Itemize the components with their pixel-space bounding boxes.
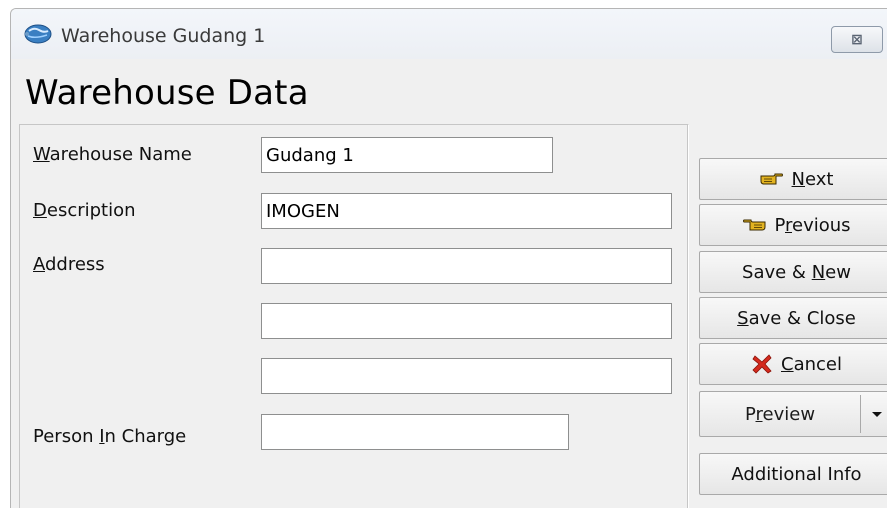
save-and-close-button[interactable]: Save & Close [699, 297, 887, 339]
close-button[interactable]: ⊠ [831, 26, 883, 53]
address-label: Address [33, 254, 105, 275]
close-icon: ⊠ [851, 31, 863, 48]
additional-info-button[interactable]: Additional Info [699, 453, 887, 495]
red-x-icon [752, 354, 772, 374]
person-in-charge-input[interactable] [261, 414, 569, 450]
page-title: Warehouse Data [25, 73, 309, 113]
description-input[interactable] [261, 193, 672, 229]
pointing-hand-left-icon [743, 219, 766, 231]
cancel-button[interactable]: Cancel [699, 343, 887, 385]
address-line-2-input[interactable] [261, 303, 672, 339]
warehouse-window: Warehouse Gudang 1 ⊠ Warehouse Data Ware… [10, 8, 887, 508]
save-and-new-button[interactable]: Save & New [699, 251, 887, 293]
address-line-1-input[interactable] [261, 248, 672, 284]
pointing-hand-right-icon [760, 173, 783, 185]
preview-split-button: Preview [699, 391, 887, 437]
title-bar[interactable]: Warehouse Gudang 1 ⊠ [11, 9, 887, 59]
warehouse-name-input[interactable] [261, 137, 553, 173]
warehouse-name-label: Warehouse Name [33, 144, 192, 165]
preview-dropdown-button[interactable] [861, 392, 887, 436]
preview-button[interactable]: Preview [700, 392, 860, 436]
previous-button[interactable]: Previous [699, 204, 887, 246]
app-globe-icon [24, 24, 52, 44]
description-label: Description [33, 200, 136, 221]
next-button[interactable]: Next [699, 158, 887, 200]
address-line-3-input[interactable] [261, 358, 672, 394]
chevron-down-icon [872, 411, 882, 417]
person-in-charge-label: Person In Charge [33, 426, 187, 447]
window-title: Warehouse Gudang 1 [61, 25, 266, 47]
